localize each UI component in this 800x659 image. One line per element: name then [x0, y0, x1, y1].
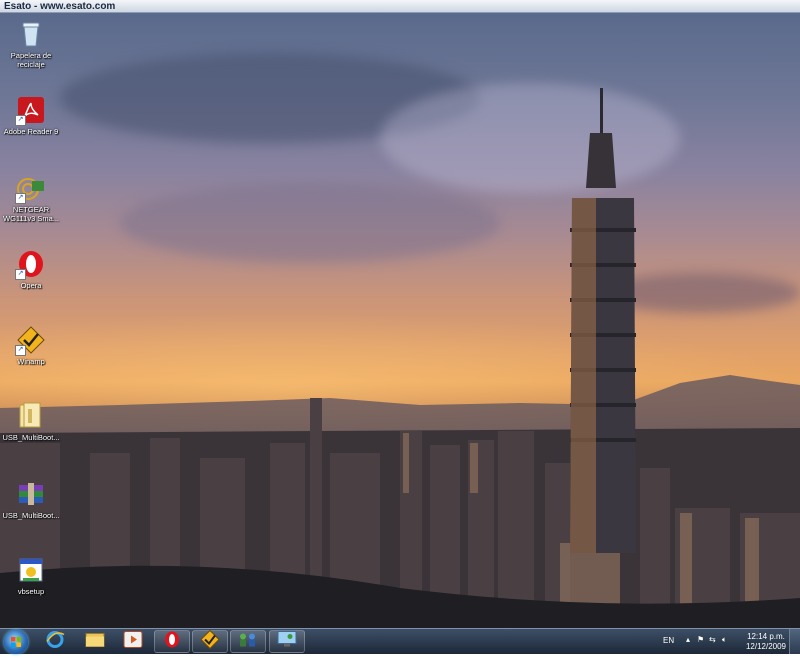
window-title: Esato - www.esato.com [4, 1, 116, 12]
network-connect-icon [237, 630, 259, 653]
system-tray: EN ▴ ⚑ ⇆ 🔈︎ 12:14 p.m. 12/12/2009 [650, 629, 800, 654]
winamp-icon: ↗ [15, 325, 46, 356]
flag-icon[interactable]: ⚑ [697, 635, 704, 644]
desktop-icon-label: Winamp [17, 357, 45, 366]
shortcut-arrow-icon: ↗ [15, 193, 26, 204]
desktop-icon-recycle-bin[interactable]: Papelera de reciclaje [0, 19, 62, 69]
media-player-icon [123, 630, 143, 653]
remote-desktop-icon [277, 630, 297, 653]
taskbar-network-connect[interactable] [230, 630, 266, 653]
desktop-icon-vbsetup[interactable]: vbsetup [0, 555, 62, 596]
desktop-icon-netgear[interactable]: ↗ NETGEAR WG111v3 Sma... [0, 173, 62, 223]
desktop-icon-usb-multiboot-folder[interactable]: USB_MultiBoot... [0, 401, 62, 442]
shortcut-arrow-icon: ↗ [15, 269, 26, 280]
desktop-icon-label: vbsetup [17, 587, 45, 596]
opera-icon [163, 630, 181, 653]
rar-archive-icon [16, 479, 46, 509]
folder-icon [16, 401, 46, 431]
adobe-reader-icon: ↗ [15, 95, 46, 126]
shortcut-arrow-icon: ↗ [15, 345, 26, 356]
network-icon[interactable]: ⇆ [709, 635, 716, 644]
explorer-folder-icon [85, 630, 105, 653]
show-desktop-button[interactable] [789, 629, 800, 654]
desktop-icon-label: NETGEAR WG111v3 Sma... [3, 205, 59, 223]
recycle-bin-icon [16, 19, 46, 49]
taskbar: EN ▴ ⚑ ⇆ 🔈︎ 12:14 p.m. 12/12/2009 [0, 628, 800, 654]
internet-explorer-icon [45, 629, 65, 654]
show-hidden-icons-icon[interactable]: ▴ [686, 635, 690, 644]
taskbar-opera[interactable] [154, 630, 190, 653]
start-button[interactable] [4, 630, 28, 654]
taskbar-internet-explorer[interactable] [37, 630, 73, 653]
desktop-icon-label: Adobe Reader 9 [3, 127, 59, 136]
windows-logo-icon [11, 637, 21, 647]
clock-time[interactable]: 12:14 p.m. [746, 632, 786, 641]
clock-date[interactable]: 12/12/2009 [742, 642, 790, 651]
desktop-icon-label: USB_MultiBoot... [2, 433, 60, 442]
taskbar-winamp[interactable] [192, 629, 228, 654]
setup-icon [16, 555, 46, 585]
winamp-icon [200, 629, 220, 654]
desktop-icon-label: USB_MultiBoot... [2, 511, 60, 520]
desktop-icon-adobe-reader[interactable]: ↗ Adobe Reader 9 [0, 95, 62, 136]
shortcut-arrow-icon: ↗ [15, 115, 26, 126]
language-indicator[interactable]: EN [663, 636, 674, 645]
taskbar-remote-desktop[interactable] [269, 630, 305, 653]
desktop-icon-usb-multiboot-archive[interactable]: USB_MultiBoot... [0, 479, 62, 520]
opera-icon: ↗ [15, 249, 46, 280]
netgear-icon: ↗ [15, 173, 46, 204]
taskbar-media-player[interactable] [115, 630, 151, 653]
desktop-icon-label: Opera [20, 281, 42, 290]
window-title-bar: Esato - www.esato.com [0, 0, 800, 13]
desktop-wallpaper: Papelera de reciclaje ↗ Adobe Reader 9 ↗… [0, 13, 800, 628]
volume-icon[interactable]: 🔈︎ [722, 635, 727, 645]
desktop-icon-label: Papelera de reciclaje [10, 51, 52, 69]
desktop-icon-opera[interactable]: ↗ Opera [0, 249, 62, 290]
taskbar-explorer[interactable] [77, 630, 113, 653]
desktop-icon-winamp[interactable]: ↗ Winamp [0, 325, 62, 366]
